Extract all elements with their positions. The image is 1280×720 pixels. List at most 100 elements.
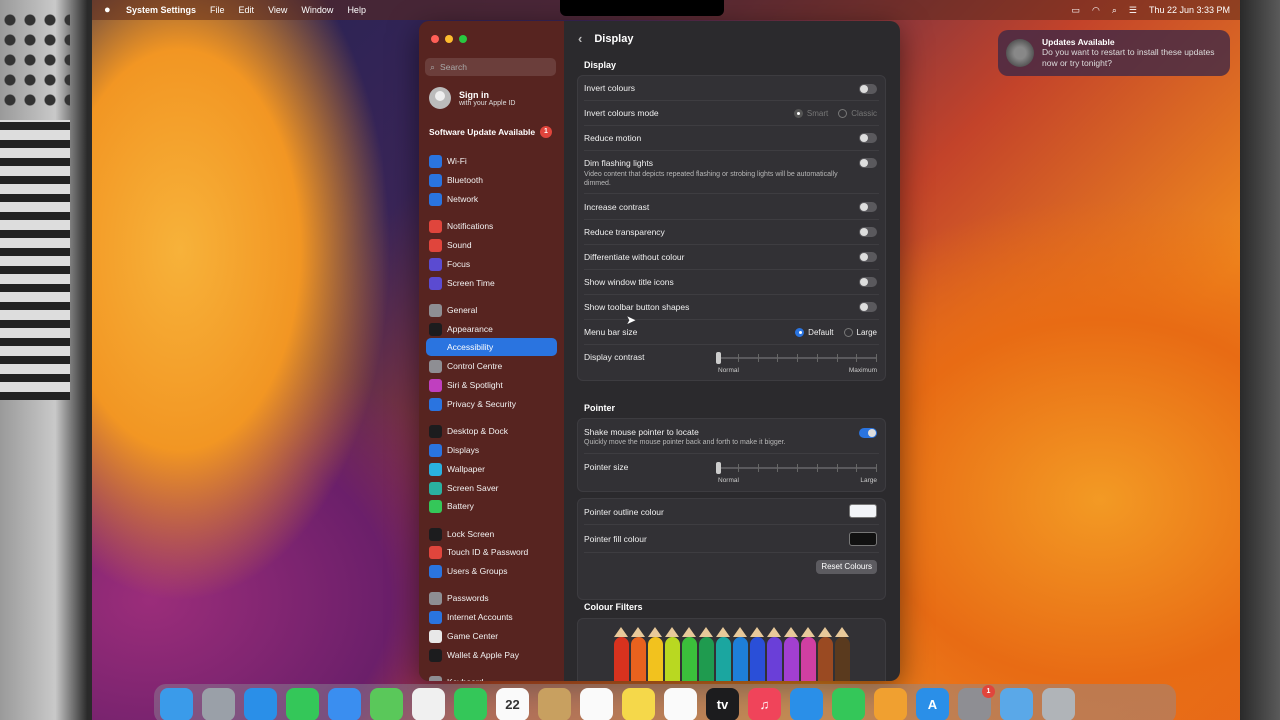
game-center-icon: [429, 629, 442, 643]
pencil-10: [767, 627, 782, 681]
dim-flashing-description: Video content that depicts repeated flas…: [584, 171, 838, 188]
dock-downloads-icon[interactable]: [1000, 688, 1033, 720]
menu-size-large-radio[interactable]: Large: [843, 327, 877, 337]
search-input[interactable]: ⌕ Search: [425, 58, 556, 76]
menu-clock[interactable]: Thu 22 Jun 3:33 PM: [1149, 5, 1230, 15]
sidebar-item-screen-saver[interactable]: Screen Saver: [426, 479, 557, 497]
outline-colour-swatch[interactable]: [849, 504, 877, 518]
sidebar-item-wallpaper[interactable]: Wallpaper: [426, 460, 557, 478]
sidebar-item-notifications[interactable]: Notifications: [426, 217, 557, 235]
sidebar-item-game-center[interactable]: Game Center: [426, 627, 557, 645]
dock-maps-icon[interactable]: [370, 688, 403, 720]
reduce-transparency-toggle[interactable]: [859, 227, 877, 237]
differentiate-toggle[interactable]: [859, 252, 877, 262]
pointer-size-knob[interactable]: [716, 462, 721, 474]
dock-app-store-icon[interactable]: A: [916, 688, 949, 720]
window-title-icons-toggle[interactable]: [859, 277, 877, 287]
colour-filters-heading: Colour Filters: [584, 602, 643, 612]
menu-app-name[interactable]: System Settings: [126, 5, 196, 15]
sidebar-item-accessibility[interactable]: Accessibility: [426, 338, 557, 356]
sidebar-item-screen-time[interactable]: Screen Time: [426, 274, 557, 292]
sidebar-item-desktop-dock[interactable]: Desktop & Dock: [426, 422, 557, 440]
privacy-icon: [429, 397, 442, 411]
control-center-icon[interactable]: ☰: [1129, 5, 1137, 16]
toolbar-shapes-toggle[interactable]: [859, 302, 877, 312]
dock-contacts-icon[interactable]: [538, 688, 571, 720]
apple-menu-icon[interactable]: ●: [104, 4, 116, 16]
minimize-icon[interactable]: [445, 35, 453, 43]
sidebar-item-touch-id-password[interactable]: Touch ID & Password: [426, 543, 557, 561]
dock-safari-icon[interactable]: [244, 688, 277, 720]
menu-help[interactable]: Help: [347, 5, 366, 15]
dim-flashing-toggle[interactable]: [859, 158, 877, 168]
wifi-status-icon[interactable]: ◠: [1092, 5, 1100, 16]
dock-music-icon[interactable]: ♫: [748, 688, 781, 720]
software-update-item[interactable]: Software Update Available 1: [429, 126, 552, 138]
dock-reminders-icon[interactable]: [580, 688, 613, 720]
sidebar-item-wi-fi[interactable]: Wi-Fi: [426, 152, 557, 170]
update-notification[interactable]: Updates Available Do you want to restart…: [998, 30, 1230, 76]
reset-colours-button[interactable]: Reset Colours: [816, 560, 877, 574]
dock-calendar-icon[interactable]: 22: [496, 688, 529, 720]
dock-finder-icon[interactable]: [160, 688, 193, 720]
dock-notes-icon[interactable]: [622, 688, 655, 720]
sidebar-item-battery[interactable]: Battery: [426, 497, 557, 515]
reduce-motion-label: Reduce motion: [584, 133, 642, 143]
pencil-2: [631, 627, 646, 681]
sidebar-item-control-centre[interactable]: Control Centre: [426, 357, 557, 375]
dock-freeform-icon[interactable]: [664, 688, 697, 720]
sidebar-item-focus[interactable]: Focus: [426, 255, 557, 273]
sidebar-item-siri-spotlight[interactable]: Siri & Spotlight: [426, 376, 557, 394]
dock-trash-icon[interactable]: [1042, 688, 1075, 720]
invert-classic-radio[interactable]: Classic: [838, 108, 877, 118]
sidebar-item-passwords[interactable]: Passwords: [426, 589, 557, 607]
increase-contrast-toggle[interactable]: [859, 202, 877, 212]
pointer-size-slider[interactable]: [716, 461, 877, 475]
dock-pages-icon[interactable]: [874, 688, 907, 720]
search-placeholder: Search: [440, 62, 467, 72]
reduce-motion-toggle[interactable]: [859, 133, 877, 143]
close-icon[interactable]: [431, 35, 439, 43]
reduce-transparency-label: Reduce transparency: [584, 227, 665, 237]
dock-system-settings-icon[interactable]: 1: [958, 685, 995, 720]
invert-colours-toggle[interactable]: [859, 84, 877, 94]
display-contrast-slider[interactable]: [716, 351, 877, 365]
sidebar-item-network[interactable]: Network: [426, 190, 557, 208]
sidebar-item-users-groups[interactable]: Users & Groups: [426, 562, 557, 580]
fill-colour-swatch[interactable]: [849, 532, 877, 546]
sidebar-item-internet-accounts[interactable]: Internet Accounts: [426, 608, 557, 626]
increase-contrast-row: Increase contrast: [584, 202, 877, 212]
sidebar-item-appearance[interactable]: Appearance: [426, 320, 557, 338]
shake-pointer-description: Quickly move the mouse pointer back and …: [584, 439, 786, 446]
dock-facetime-icon[interactable]: [454, 688, 487, 720]
sidebar-item-keyboard[interactable]: Keyboard: [426, 673, 557, 681]
menu-file[interactable]: File: [210, 5, 225, 15]
menu-size-default-radio[interactable]: Default: [795, 327, 834, 337]
menu-edit[interactable]: Edit: [239, 5, 255, 15]
dock-photos-icon[interactable]: [412, 688, 445, 720]
invert-smart-radio[interactable]: Smart: [793, 108, 828, 118]
dock-numbers-icon[interactable]: [832, 688, 865, 720]
zoom-icon[interactable]: [459, 35, 467, 43]
spotlight-icon[interactable]: ⌕: [1112, 5, 1117, 16]
menu-window[interactable]: Window: [301, 5, 333, 15]
sidebar-item-general[interactable]: General: [426, 301, 557, 319]
menu-view[interactable]: View: [268, 5, 287, 15]
sidebar-item-privacy-security[interactable]: Privacy & Security: [426, 395, 557, 413]
sidebar-item-sound[interactable]: Sound: [426, 236, 557, 254]
sidebar-item-displays[interactable]: Displays: [426, 441, 557, 459]
dock-mail-icon[interactable]: [328, 688, 361, 720]
dock-apple-tv-icon[interactable]: tv: [706, 688, 739, 720]
shake-pointer-toggle[interactable]: [859, 428, 877, 438]
sidebar-item-wallet-apple-pay[interactable]: Wallet & Apple Pay: [426, 646, 557, 664]
dock-keynote-icon[interactable]: [790, 688, 823, 720]
display-contrast-knob[interactable]: [716, 352, 721, 364]
dock-launchpad-icon[interactable]: [202, 688, 235, 720]
apple-id-signin[interactable]: Sign in with your Apple ID: [429, 87, 515, 109]
sidebar-item-lock-screen[interactable]: Lock Screen: [426, 525, 557, 543]
sidebar-item-bluetooth[interactable]: Bluetooth: [426, 171, 557, 189]
battery-status-icon[interactable]: ▭: [1071, 5, 1080, 16]
back-chevron-icon[interactable]: ‹: [578, 31, 582, 46]
dock-messages-icon[interactable]: [286, 688, 319, 720]
notifications-icon: [429, 219, 442, 233]
